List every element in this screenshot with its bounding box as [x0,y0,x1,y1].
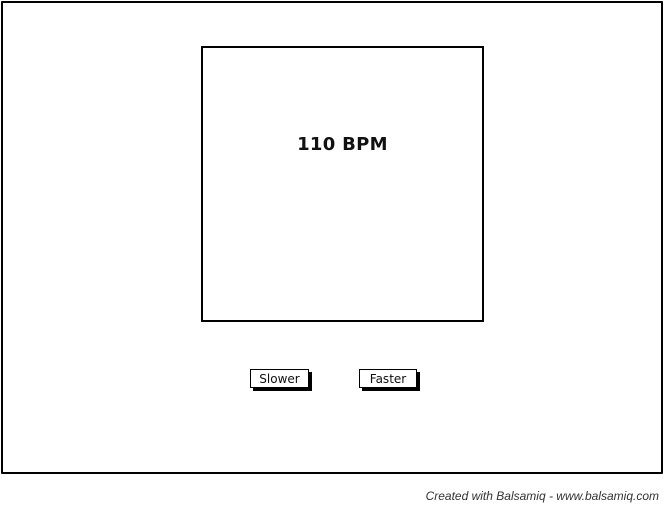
app-window: 110 BPM Slower Faster [1,1,663,474]
bpm-readout: 110 BPM [297,133,388,155]
faster-button[interactable]: Faster [359,369,417,388]
slower-button[interactable]: Slower [250,369,309,388]
bpm-display-panel: 110 BPM [201,46,484,322]
balsamiq-credit: Created with Balsamiq - www.balsamiq.com [425,489,659,503]
